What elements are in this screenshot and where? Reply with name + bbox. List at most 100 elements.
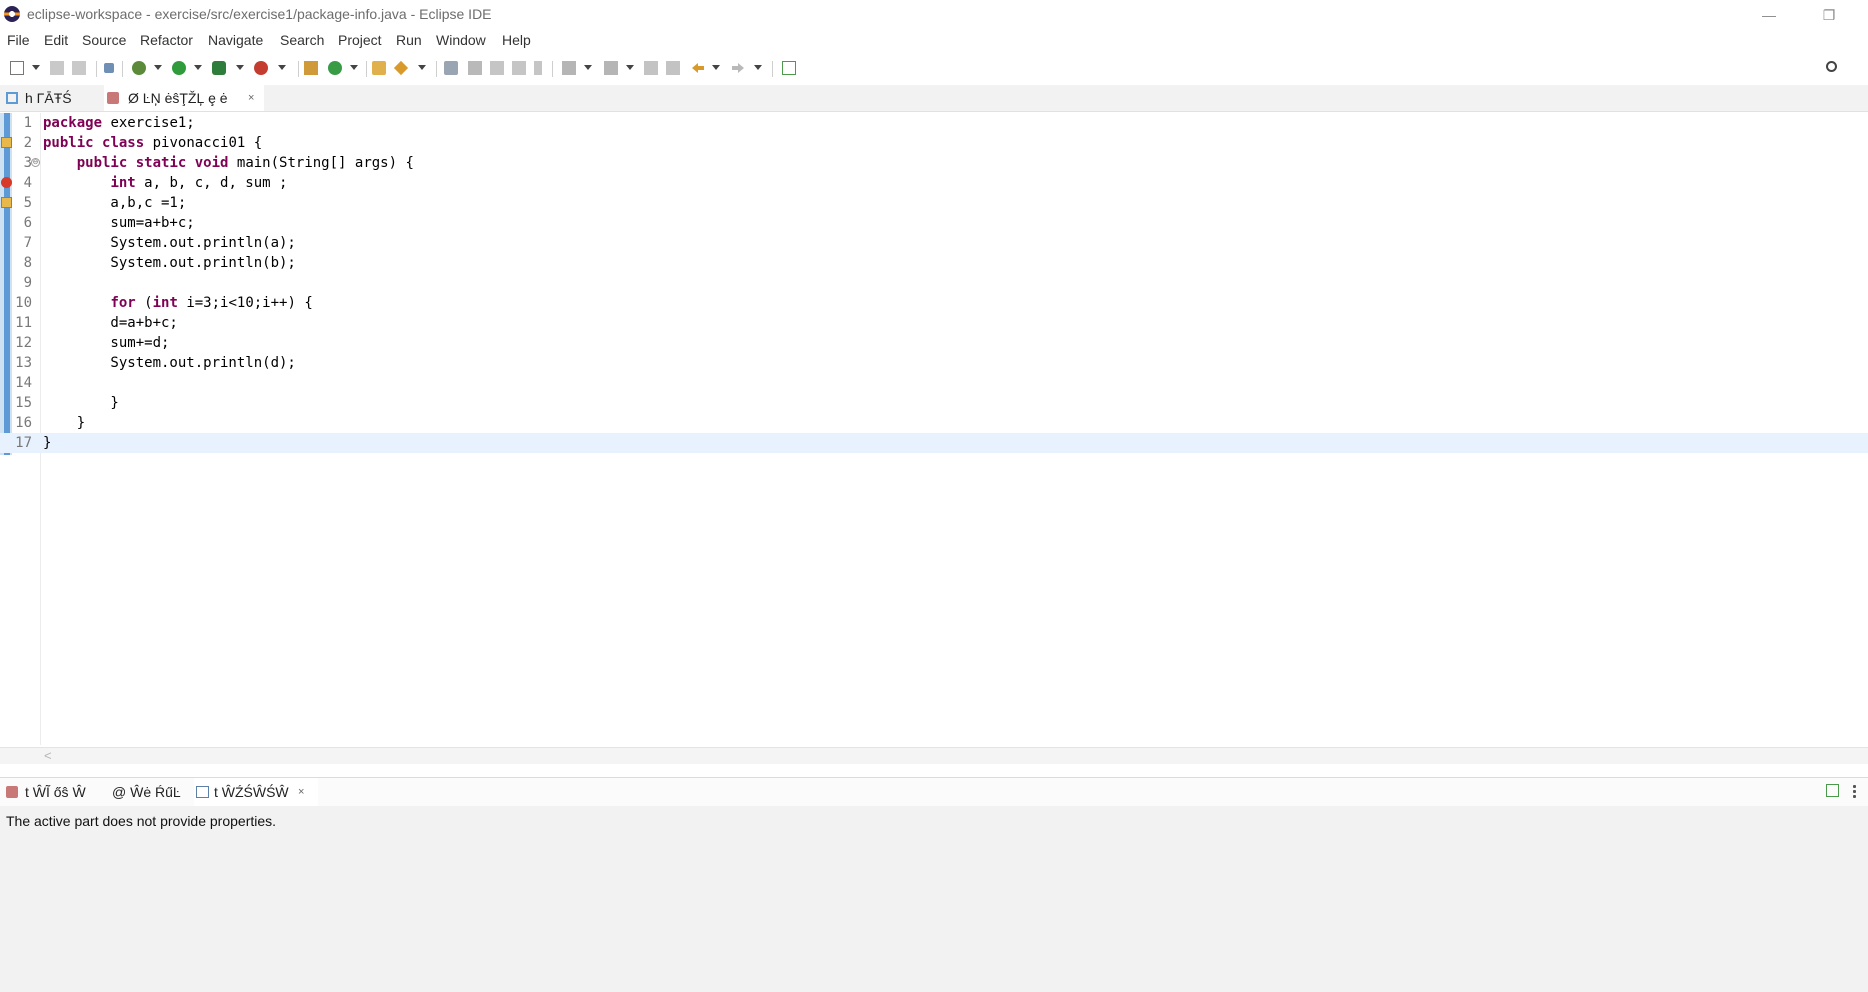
code-line[interactable]: 8 System.out.println(b); — [0, 253, 1868, 273]
code-line[interactable]: 16 } — [0, 413, 1868, 433]
code-text[interactable]: System.out.println(a); — [43, 233, 295, 253]
word-wrap-icon[interactable] — [512, 61, 526, 75]
code-text[interactable]: } — [43, 393, 118, 413]
horizontal-scrollbar[interactable]: < — [0, 747, 1868, 764]
save-icon[interactable] — [50, 61, 64, 75]
open-type-icon[interactable] — [372, 61, 386, 75]
line-number: 16 — [15, 415, 32, 431]
code-text[interactable]: package exercise1; — [43, 113, 195, 133]
eclipse-logo-icon — [4, 6, 20, 22]
tab-editor[interactable]: Ø ĿŅ ėŝŢŽĻ ȩ ė × — [104, 85, 264, 111]
code-text[interactable]: public class pivonacci01 { — [43, 133, 262, 153]
last-edit-forward-icon[interactable] — [666, 61, 680, 75]
quick-access-search-icon[interactable] — [1826, 61, 1837, 72]
menu-file[interactable]: File — [7, 32, 30, 48]
pin-view-icon[interactable] — [1826, 784, 1839, 797]
code-line[interactable]: 15 } — [0, 393, 1868, 413]
code-line[interactable]: 5 a,b,c =1; — [0, 193, 1868, 213]
view-menu-icon[interactable] — [1853, 784, 1856, 798]
block-selection-icon[interactable] — [468, 61, 482, 75]
tab-javadoc[interactable]: @ Ŵė ŔűĿ — [108, 778, 194, 806]
code-text[interactable]: } — [43, 413, 85, 433]
close-icon[interactable]: × — [298, 778, 304, 806]
code-text[interactable]: System.out.println(b); — [43, 253, 295, 273]
external-tools-dropdown-icon[interactable] — [278, 65, 286, 70]
forward-icon[interactable] — [732, 63, 744, 73]
warning-marker-icon[interactable] — [1, 137, 12, 148]
run-dropdown-icon[interactable] — [194, 65, 202, 70]
back-icon[interactable] — [692, 63, 704, 73]
code-line[interactable]: 1 package exercise1; — [0, 113, 1868, 133]
code-line[interactable]: 10 for (int i=3;i<10;i++) { — [0, 293, 1868, 313]
menu-edit[interactable]: Edit — [44, 32, 68, 48]
code-text[interactable]: } — [43, 433, 51, 453]
menu-search[interactable]: Search — [280, 32, 324, 48]
tab-properties[interactable]: t ŴŹŚŴŚŴ × — [194, 778, 318, 806]
code-line[interactable]: 6 sum=a+b+c; — [0, 213, 1868, 233]
skip-breakpoints-icon[interactable] — [104, 63, 114, 73]
error-marker-icon[interactable] — [1, 177, 12, 188]
warning-marker-icon[interactable] — [1, 197, 12, 208]
search-icon[interactable] — [393, 60, 409, 76]
code-line[interactable]: 14 — [0, 373, 1868, 393]
next-annotation-dropdown-icon[interactable] — [584, 65, 592, 70]
tab-problems[interactable]: t ŴĨ őŝ Ŵ — [0, 778, 108, 806]
code-text[interactable]: sum+=d; — [43, 333, 169, 353]
restore-button[interactable]: ❐ — [1806, 2, 1852, 28]
code-text[interactable]: int a, b, c, d, sum ; — [43, 173, 287, 193]
menu-run[interactable]: Run — [396, 32, 422, 48]
code-text[interactable]: a,b,c =1; — [43, 193, 186, 213]
previous-annotation-dropdown-icon[interactable] — [626, 65, 634, 70]
menu-navigate[interactable]: Navigate — [208, 32, 263, 48]
fold-toggle-icon[interactable]: ⊖ — [31, 158, 40, 167]
new-icon[interactable] — [10, 61, 24, 75]
code-line[interactable]: 4 int a, b, c, d, sum ; — [0, 173, 1868, 193]
menu-source[interactable]: Source — [82, 32, 126, 48]
code-line[interactable]: 9 — [0, 273, 1868, 293]
new-class-dropdown-icon[interactable] — [350, 65, 358, 70]
code-line-current[interactable]: 17} — [0, 433, 1868, 453]
coverage-icon[interactable] — [212, 61, 226, 75]
new-class-icon[interactable] — [328, 61, 342, 75]
code-editor[interactable]: 1 package exercise1; 2 public class pivona… — [0, 113, 1868, 764]
back-dropdown-icon[interactable] — [712, 65, 720, 70]
code-line[interactable]: 7 System.out.println(a); — [0, 233, 1868, 253]
tab-outline[interactable]: h ΓĀŦŚ — [0, 85, 100, 111]
code-text[interactable]: for (int i=3;i<10;i++) { — [43, 293, 312, 313]
menu-project[interactable]: Project — [338, 32, 382, 48]
scroll-left-icon[interactable]: < — [44, 748, 52, 764]
debug-dropdown-icon[interactable] — [154, 65, 162, 70]
code-text[interactable]: System.out.println(d); — [43, 353, 295, 373]
show-whitespace-icon[interactable] — [490, 61, 504, 75]
last-edit-icon[interactable] — [644, 61, 658, 75]
menu-help[interactable]: Help — [502, 32, 531, 48]
next-annotation-icon[interactable] — [562, 61, 576, 75]
code-text[interactable]: public static void main(String[] args) { — [43, 153, 414, 173]
save-all-icon[interactable] — [72, 61, 86, 75]
search-dropdown-icon[interactable] — [418, 65, 426, 70]
close-icon[interactable]: × — [248, 85, 254, 111]
new-java-project-icon[interactable] — [304, 61, 318, 75]
run-icon[interactable] — [172, 61, 186, 75]
paragraph-marks-icon[interactable] — [534, 61, 542, 75]
properties-view: The active part does not provide propert… — [0, 806, 1868, 992]
code-line[interactable]: 12 sum+=d; — [0, 333, 1868, 353]
code-text[interactable]: sum=a+b+c; — [43, 213, 194, 233]
new-dropdown-icon[interactable] — [32, 65, 40, 70]
minimize-button[interactable]: — — [1746, 2, 1792, 28]
code-text[interactable]: d=a+b+c; — [43, 313, 177, 333]
toggle-mark-occurrences-icon[interactable] — [444, 61, 458, 75]
tab-label: t ŴĨ őŝ Ŵ — [25, 784, 86, 800]
menu-refactor[interactable]: Refactor — [140, 32, 193, 48]
coverage-dropdown-icon[interactable] — [236, 65, 244, 70]
code-line[interactable]: 13 System.out.println(d); — [0, 353, 1868, 373]
pin-editor-icon[interactable] — [782, 61, 796, 75]
external-tools-icon[interactable] — [254, 61, 268, 75]
code-line[interactable]: 2 public class pivonacci01 { — [0, 133, 1868, 153]
forward-dropdown-icon[interactable] — [754, 65, 762, 70]
code-line[interactable]: 3 ⊖ public static void main(String[] args… — [0, 153, 1868, 173]
menu-window[interactable]: Window — [436, 32, 486, 48]
debug-icon[interactable] — [132, 61, 146, 75]
previous-annotation-icon[interactable] — [604, 61, 618, 75]
code-line[interactable]: 11 d=a+b+c; — [0, 313, 1868, 333]
